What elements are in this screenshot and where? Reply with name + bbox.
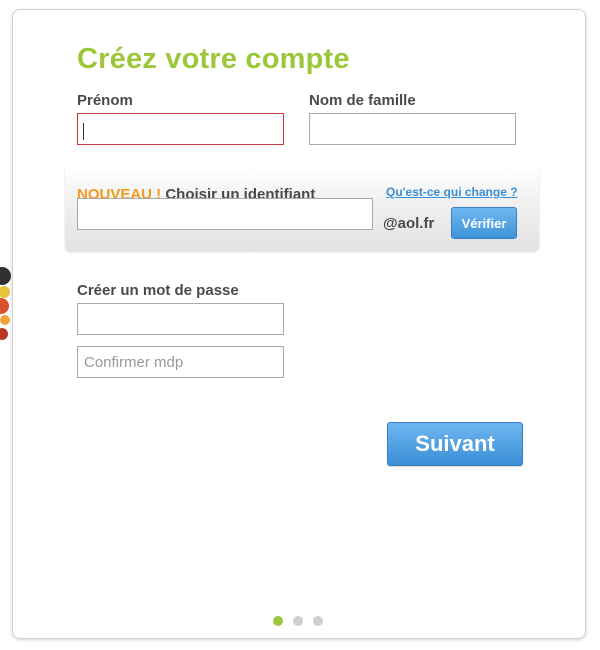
step-dot-1: [273, 616, 283, 626]
step-indicator: [273, 616, 333, 628]
page: Créez votre compte Prénom Nom de famille…: [0, 0, 600, 650]
what-changes-link[interactable]: Qu'est-ce qui change ?: [386, 185, 518, 199]
password-input[interactable]: [77, 303, 284, 335]
verify-button[interactable]: Vérifier: [451, 207, 517, 239]
page-title: Créez votre compte: [77, 43, 350, 75]
identifier-input[interactable]: [77, 198, 373, 230]
text-cursor: [83, 123, 84, 140]
last-name-input[interactable]: [309, 113, 516, 145]
next-button[interactable]: Suivant: [387, 422, 523, 466]
last-name-label: Nom de famille: [309, 92, 416, 109]
first-name-label: Prénom: [77, 92, 133, 109]
first-name-input[interactable]: [77, 113, 284, 145]
password-label: Créer un mot de passe: [77, 282, 239, 299]
confirm-password-input[interactable]: [77, 346, 284, 378]
signup-card: Créez votre compte Prénom Nom de famille…: [12, 9, 586, 639]
step-dot-2: [293, 616, 303, 626]
email-domain-suffix: @aol.fr: [383, 215, 435, 232]
step-dot-3: [313, 616, 323, 626]
